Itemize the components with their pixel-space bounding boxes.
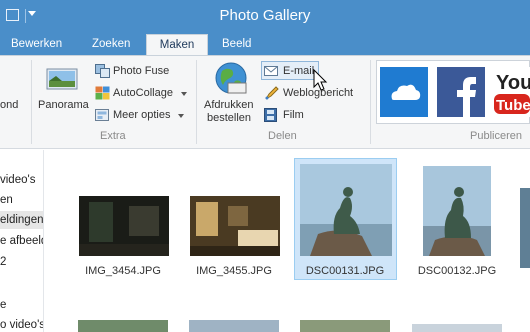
photo-thumbnail	[423, 166, 491, 256]
ribbon: ond Panorama Photo Fuse AutoCollage Meer…	[0, 55, 530, 149]
nav-item[interactable]: e	[0, 296, 6, 314]
photo-filename: IMG_3454.JPG	[85, 265, 161, 277]
group-label-extra: Extra	[100, 130, 126, 142]
more-options-dropdown-icon[interactable]	[178, 114, 184, 118]
photo-thumbnail-partial[interactable]	[300, 320, 390, 332]
tab-zoeken[interactable]: Zoeken	[83, 34, 139, 55]
panorama-icon[interactable]	[46, 67, 78, 91]
nav-item[interactable]: 2	[0, 253, 6, 271]
email-icon	[264, 66, 278, 76]
svg-text:You: You	[496, 72, 530, 94]
globe-icon[interactable]	[214, 61, 248, 95]
ribbon-tabs: Bewerken Zoeken Maken Beeld	[0, 32, 530, 55]
navigation-pane: video's en eldingen e afbeeld 2 e o vide…	[0, 150, 44, 332]
photo-filename: DSC00132.JPG	[417, 265, 497, 277]
tab-maken[interactable]: Maken	[146, 34, 208, 55]
nav-item[interactable]: en	[0, 191, 13, 209]
photo-thumbnail-partial[interactable]	[78, 320, 168, 332]
group-label-delen: Delen	[268, 130, 297, 142]
autocollage-label[interactable]: AutoCollage	[113, 87, 173, 99]
facebook-icon[interactable]	[437, 67, 485, 117]
email-label: E-mail	[283, 65, 315, 77]
group-separator	[370, 60, 371, 144]
photo-thumbnail	[79, 196, 169, 256]
more-options-label[interactable]: Meer opties	[113, 109, 170, 121]
autocollage-dropdown-icon[interactable]	[181, 92, 187, 96]
nav-item[interactable]: o video's	[0, 316, 43, 332]
photo-thumbnail	[300, 164, 392, 256]
film-label[interactable]: Film	[283, 109, 304, 121]
group-label-publiceren: Publiceren	[470, 130, 522, 142]
photo-tile[interactable]: IMG_3455.JPG	[183, 160, 285, 280]
youtube-icon[interactable]: You Tube	[494, 67, 530, 117]
title-bar: Photo Gallery	[0, 0, 530, 32]
tab-bewerken[interactable]: Bewerken	[2, 34, 71, 55]
photo-thumbnail	[190, 196, 280, 256]
nav-item[interactable]: e afbeeld	[0, 232, 43, 250]
mouse-cursor-icon	[313, 69, 328, 91]
print-order-label-1[interactable]: Afdrukken	[204, 99, 254, 111]
tab-beeld[interactable]: Beeld	[213, 34, 260, 55]
panorama-label[interactable]: Panorama	[38, 99, 89, 111]
photo-filename: DSC00131.JPG	[305, 265, 385, 277]
photo-fuse-label[interactable]: Photo Fuse	[113, 65, 169, 77]
print-order-label-2[interactable]: bestellen	[207, 112, 251, 124]
group-separator	[31, 60, 32, 144]
photo-tile[interactable]: IMG_3454.JPG	[72, 160, 174, 280]
photo-tile[interactable]: DSC00132.JPG	[406, 160, 508, 280]
autocollage-icon[interactable]	[95, 86, 110, 100]
group-separator	[196, 60, 197, 144]
truncated-button-label[interactable]: ond	[0, 99, 18, 111]
window-title: Photo Gallery	[219, 7, 311, 24]
photo-fuse-icon[interactable]	[95, 64, 110, 78]
onedrive-icon[interactable]	[380, 67, 428, 117]
photo-thumbnail-partial[interactable]	[520, 188, 530, 268]
nav-item-selected[interactable]: eldingen	[0, 211, 43, 229]
nav-item[interactable]: video's	[0, 171, 35, 189]
photo-tile-selected[interactable]: DSC00131.JPG	[294, 158, 397, 280]
photo-thumbnail-partial[interactable]	[412, 324, 502, 332]
svg-text:Tube: Tube	[496, 97, 530, 114]
photo-thumbnail-partial[interactable]	[189, 320, 279, 332]
photo-filename: IMG_3455.JPG	[196, 265, 272, 277]
film-icon[interactable]	[264, 108, 279, 122]
more-options-icon[interactable]	[95, 108, 110, 122]
weblog-icon[interactable]	[264, 86, 279, 100]
